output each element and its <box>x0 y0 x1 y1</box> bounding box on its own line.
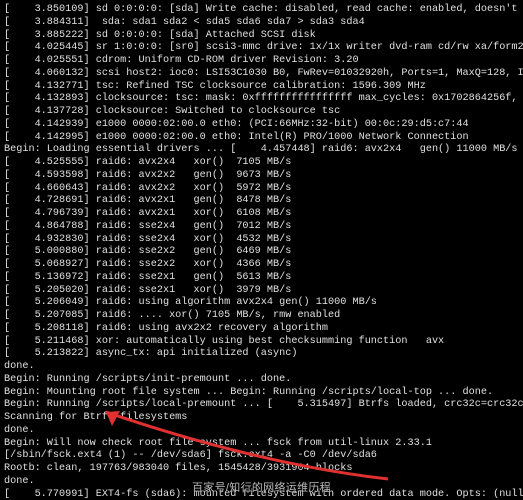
terminal-line: [ 5.208118] raid6: using avx2x2 recovery… <box>4 323 519 336</box>
terminal-line: [ 4.593598] raid6: avx2x2 gen() 9673 MB/… <box>4 170 519 183</box>
terminal-line: [ 5.136972] raid6: sse2x1 gen() 5613 MB/… <box>4 272 519 285</box>
terminal-line: Begin: Loading essential drivers ... [ 4… <box>4 144 519 157</box>
terminal-line: done. <box>4 425 519 438</box>
terminal-line: Scanning for Btrfs filesystems <box>4 412 519 425</box>
terminal-line: [ 4.060132] scsi host2: ioc0: LSI53C1030… <box>4 68 519 81</box>
terminal-line: [ 3.885222] sd 0:0:0:0: [sda] Attached S… <box>4 30 519 43</box>
terminal-output: [ 3.850109] sd 0:0:0:0: [sda] Write cach… <box>0 0 523 500</box>
terminal-line: done. <box>4 361 519 374</box>
terminal-line: Rootb: clean, 197763/983040 files, 15454… <box>4 463 519 476</box>
terminal-line: [/sbin/fsck.ext4 (1) -- /dev/sda6] fsck.… <box>4 450 519 463</box>
terminal-line: [ 4.132771] tsc: Refined TSC clocksource… <box>4 81 519 94</box>
terminal-line: [ 5.206049] raid6: using algorithm avx2x… <box>4 297 519 310</box>
terminal-line: [ 4.525555] raid6: avx2x4 xor() 7105 MB/… <box>4 157 519 170</box>
terminal-line: [ 3.884311] sda: sda1 sda2 < sda5 sda6 s… <box>4 17 519 30</box>
terminal-line: [ 4.864788] raid6: sse2x4 gen() 7012 MB/… <box>4 221 519 234</box>
terminal-line: [ 5.213822] async_tx: api initialized (a… <box>4 348 519 361</box>
terminal-line: Begin: Will now check root file system .… <box>4 438 519 451</box>
terminal-line: [ 5.205020] raid6: sse2x1 xor() 3979 MB/… <box>4 285 519 298</box>
terminal-line: Begin: Mounting root file system ... Beg… <box>4 387 519 400</box>
watermark-text: 百家号/知行的网络运维历程 <box>192 482 331 496</box>
terminal-line: [ 5.207085] raid6: .... xor() 7105 MB/s,… <box>4 310 519 323</box>
terminal-line: [ 4.142939] e1000 0000:02:00.0 eth0: (PC… <box>4 119 519 132</box>
terminal-line: [ 4.660643] raid6: avx2x2 xor() 5972 MB/… <box>4 183 519 196</box>
terminal-line: [ 4.132893] clocksource: tsc: mask: 0xff… <box>4 93 519 106</box>
terminal-line: Begin: Running /scripts/init-premount ..… <box>4 374 519 387</box>
terminal-line: [ 4.025551] cdrom: Uniform CD-ROM driver… <box>4 55 519 68</box>
terminal-line: [ 4.796739] raid6: avx2x1 xor() 6108 MB/… <box>4 208 519 221</box>
terminal-line: [ 5.000880] raid6: sse2x2 gen() 6469 MB/… <box>4 246 519 259</box>
terminal-line: [ 5.068927] raid6: sse2x2 xor() 4366 MB/… <box>4 259 519 272</box>
terminal-line: [ 5.211468] xor: automatically using bes… <box>4 336 519 349</box>
terminal-line: [ 4.728691] raid6: avx2x1 gen() 8478 MB/… <box>4 195 519 208</box>
terminal-line: [ 4.932830] raid6: sse2x4 xor() 4532 MB/… <box>4 234 519 247</box>
terminal-line: [ 4.025445] sr 1:0:0:0: [sr0] scsi3-mmc … <box>4 42 519 55</box>
terminal-line: [ 4.137728] clocksource: Switched to clo… <box>4 106 519 119</box>
terminal-line: Begin: Running /scripts/local-premount .… <box>4 399 519 412</box>
terminal-line: [ 3.850109] sd 0:0:0:0: [sda] Write cach… <box>4 4 519 17</box>
terminal-line: [ 4.142995] e1000 0000:02:00.0 eth0: Int… <box>4 132 519 145</box>
